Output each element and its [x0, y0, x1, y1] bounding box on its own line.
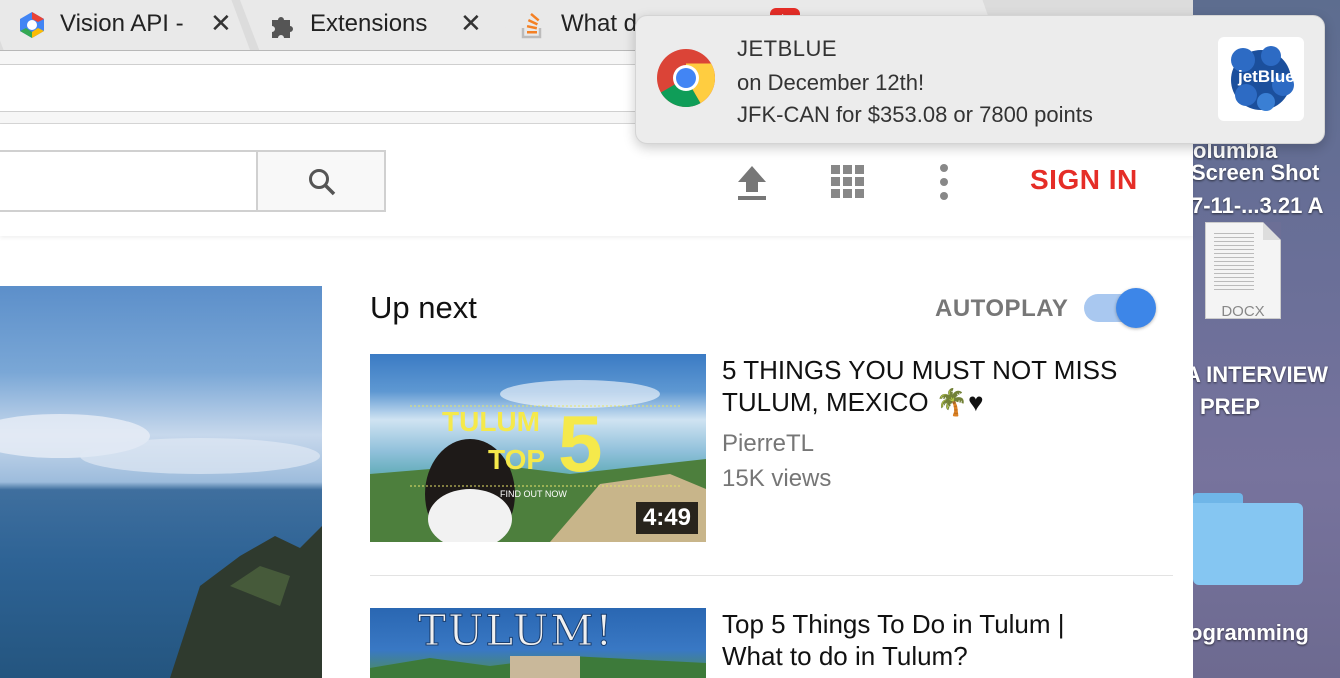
video-frame-image: [0, 414, 322, 678]
google-cloud-icon: [20, 12, 44, 38]
search-input[interactable]: [0, 150, 258, 212]
close-icon[interactable]: ✕: [210, 8, 232, 39]
video-title[interactable]: Top 5 Things To Do in Tulum | What to do…: [722, 608, 1142, 672]
thumbnail-image: [370, 656, 706, 678]
video-title[interactable]: 5 THINGS YOU MUST NOT MISS TULUM, MEXICO…: [722, 354, 1142, 418]
jetblue-logo: jetBlue: [1218, 37, 1304, 121]
jetblue-logo-text: jetBlue: [1238, 67, 1295, 86]
thumbnail-small-text: FIND OUT NOW: [500, 489, 567, 499]
upload-icon[interactable]: [732, 162, 772, 202]
tab-label: Vision API -: [60, 10, 184, 37]
desktop-label-screenshot-date[interactable]: 7-11-...3.21 A: [1193, 193, 1323, 219]
folder-icon[interactable]: [1193, 493, 1303, 585]
puzzle-icon: [272, 17, 293, 38]
tab-label: Extensions: [310, 10, 428, 37]
notification-app-name: JETBLUE: [737, 36, 838, 61]
document-lines-icon: [1214, 233, 1254, 293]
notification-line: on December 12th!: [737, 70, 925, 95]
video-player[interactable]: [0, 286, 322, 678]
search-icon: [309, 169, 336, 196]
desktop-label-programming[interactable]: ogramming: [1193, 620, 1309, 646]
video-thumbnail[interactable]: TULUM!: [370, 608, 706, 678]
tab-label: What d: [561, 10, 638, 37]
video-thumbnail[interactable]: TULUM TOP 5 FIND OUT NOW 4:49: [370, 354, 706, 542]
docx-extension-label: DOCX: [1221, 303, 1265, 320]
desktop-label-screenshot[interactable]: Screen Shot: [1193, 160, 1319, 186]
view-count: 15K views: [722, 465, 832, 492]
thumbnail-text-tulum: TULUM: [442, 406, 540, 437]
thumbnail-number: 5: [558, 399, 603, 488]
video-title-line: 5 THINGS YOU MUST NOT MISS: [722, 355, 1118, 385]
up-next-heading: Up next: [370, 290, 477, 325]
sign-in-button[interactable]: SIGN IN: [1030, 164, 1138, 196]
video-duration: 4:49: [635, 502, 698, 534]
desktop-label-prep[interactable]: PREP: [1200, 394, 1260, 420]
stackoverflow-icon: [521, 13, 542, 39]
autoplay-toggle-knob[interactable]: [1116, 288, 1156, 328]
thumbnail-text-top: TOP: [488, 444, 546, 475]
apps-grid-icon[interactable]: [828, 162, 868, 202]
chrome-icon: [657, 49, 715, 107]
tab-extensions[interactable]: Extensions ✕: [240, 0, 515, 50]
video-title-line: What to do in Tulum?: [722, 641, 968, 671]
autoplay-label: AUTOPLAY: [935, 295, 1069, 322]
notification-line: JFK-CAN for $353.08 or 7800 points: [737, 102, 1093, 127]
channel-name[interactable]: PierreTL: [722, 430, 814, 458]
tab-vision-api[interactable]: Vision API - ✕: [0, 0, 250, 50]
divider: [370, 575, 1173, 576]
video-title-line: Top 5 Things To Do in Tulum |: [722, 609, 1065, 639]
desktop-label-interview[interactable]: A INTERVIEW: [1193, 362, 1328, 388]
search-button[interactable]: [256, 150, 386, 212]
notification-banner[interactable]: JETBLUE on December 12th! JFK-CAN for $3…: [635, 15, 1325, 144]
more-vert-icon[interactable]: [924, 162, 964, 202]
video-title-line: TULUM, MEXICO 🌴♥: [722, 387, 984, 417]
docx-file-icon[interactable]: DOCX: [1205, 222, 1281, 320]
close-icon[interactable]: ✕: [460, 8, 482, 39]
